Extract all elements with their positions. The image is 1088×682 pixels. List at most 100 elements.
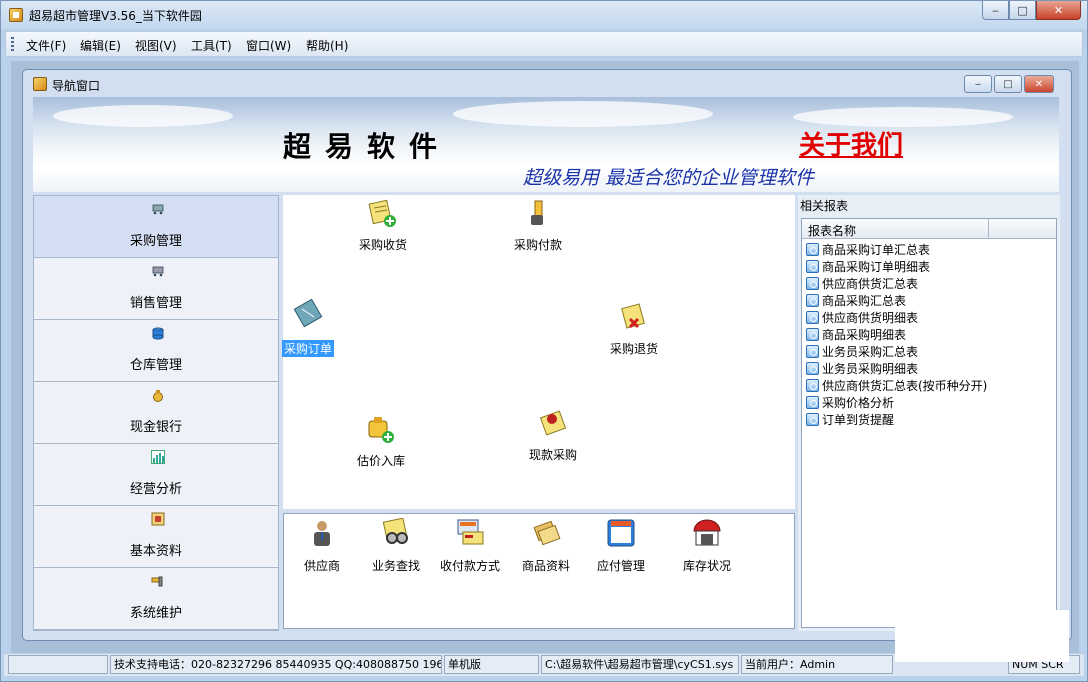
app-icon [9,8,23,22]
list-item[interactable]: 采购价格分析 [806,394,894,411]
report-icon [806,243,819,256]
menu-view[interactable]: 视图(V) [135,37,177,54]
menu-file[interactable]: 文件(F) [26,37,66,54]
purchase-receive-button[interactable]: 采购收货 [338,199,428,253]
goods-data-label: 商品资料 [521,559,570,573]
column-divider[interactable] [988,219,989,239]
nav-item-sales[interactable]: 销售管理 [34,258,278,320]
business-search-button[interactable]: 业务查找 [358,517,434,574]
about-us-link[interactable]: 关于我们 [799,125,903,162]
order-doc-icon [293,298,323,328]
goods-data-button[interactable]: 商品资料 [508,518,584,574]
payment-method-button[interactable]: 收付款方式 [432,518,508,574]
status-panel-empty [8,655,108,674]
menu-edit[interactable]: 编辑(E) [80,37,121,54]
warehouse-icon [152,327,164,340]
list-item[interactable]: 供应商供货汇总表(按币种分开) [806,377,987,394]
workflow-canvas: 采购收货 采购付款 采购订单 采购退货 估价入库 现款采购 [281,195,795,509]
receive-doc-icon [368,199,396,227]
payables-label: 应付管理 [596,559,645,573]
supplier-button[interactable]: 供应商 [284,518,360,574]
folder-icon [151,512,165,526]
cash-purchase-button[interactable]: 现款采购 [508,409,598,463]
close-button[interactable]: ✕ [1036,1,1081,20]
list-item[interactable]: 业务员采购明细表 [806,360,918,377]
estimate-stock-in-button[interactable]: 估价入库 [336,415,426,469]
menu-tools[interactable]: 工具(T) [191,37,232,54]
report-list[interactable]: 报表名称 商品采购订单汇总表 商品采购订单明细表 供应商供货汇总表 商品采购汇总… [801,218,1057,628]
slogan: 超级易用 最适合您的企业管理软件 [523,167,815,189]
child-maximize-button[interactable]: □ [994,75,1022,93]
status-edition: 单机版 [444,655,539,674]
search-icon [382,517,408,544]
maximize-button[interactable]: □ [1009,1,1036,20]
window-title: 超易超市管理V3.56_当下软件园 [29,9,202,23]
report-icon [806,328,819,341]
list-item[interactable]: 供应商供货明细表 [806,309,918,326]
report-icon [806,396,819,409]
status-data-path: C:\超易软件\超易超市管理\cyCS1.sys [541,655,739,674]
nav-item-warehouse[interactable]: 仓库管理 [34,320,278,382]
nav-item-label: 基本资料 [129,544,182,559]
nav-item-label: 现金银行 [129,420,182,435]
report-list-header[interactable]: 报表名称 [802,219,1056,239]
nav-item-label: 仓库管理 [129,358,182,373]
list-item[interactable]: 业务员采购汇总表 [806,343,918,360]
estimate-box-icon [368,417,394,443]
minimize-button[interactable]: ‒ [982,1,1009,20]
report-item-label: 商品采购订单明细表 [822,260,931,274]
status-current-user: 当前用户：Admin [741,655,893,674]
nav-item-basic-data[interactable]: 基本资料 [34,506,278,568]
purchase-order-label: 采购订单 [281,340,334,357]
supplier-icon [314,521,330,546]
report-icon [806,294,819,307]
pay-hand-icon [531,200,543,225]
purchase-return-button[interactable]: 采购退货 [589,303,679,357]
inventory-status-button[interactable]: 库存状况 [669,518,745,574]
inventory-status-label: 库存状况 [682,559,731,573]
brand-title: 超易软件 [283,130,452,163]
list-item[interactable]: 供应商供货汇总表 [806,275,918,292]
cloud-decoration [453,101,713,127]
banner: 超易软件 关于我们 超级易用 最适合您的企业管理软件 [33,97,1059,192]
menu-bar: 文件(F) 编辑(E) 视图(V) 工具(T) 窗口(W) 帮助(H) [5,31,1083,57]
goods-icon [533,520,561,546]
purchase-order-button[interactable]: 采购订单 [263,298,353,357]
nav-item-purchase[interactable]: 采购管理 [34,196,278,258]
report-item-label: 业务员采购明细表 [822,362,919,376]
list-item[interactable]: 商品采购明细表 [806,326,906,343]
nav-item-analysis[interactable]: 经营分析 [34,444,278,506]
title-bar[interactable]: 超易超市管理V3.56_当下软件园 ‒ □ ✕ [1,1,1087,29]
report-item-label: 业务员采购汇总表 [822,345,919,359]
purchase-pay-button[interactable]: 采购付款 [493,199,583,253]
report-item-label: 商品采购明细表 [822,328,907,342]
return-doc-icon [621,303,645,329]
menu-help[interactable]: 帮助(H) [306,37,348,54]
menu-window[interactable]: 窗口(W) [246,37,291,54]
nav-window-icon [33,77,47,91]
report-panel: 相关报表 报表名称 商品采购订单汇总表 商品采购订单明细表 供应商供货汇总表 商… [798,195,1060,631]
cart-icon [152,266,164,277]
list-item[interactable]: 订单到货提醒 [806,411,894,428]
payment-method-icon [457,519,484,545]
nav-item-system[interactable]: 系统维护 [34,568,278,630]
payment-method-label: 收付款方式 [439,559,500,573]
calendar-icon [607,519,635,547]
nav-item-cash-bank[interactable]: 现金银行 [34,382,278,444]
column-header-report-name[interactable]: 报表名称 [808,222,856,239]
list-item[interactable]: 商品采购订单汇总表 [806,241,930,258]
list-item[interactable]: 商品采购汇总表 [806,292,906,309]
tools-icon [151,576,163,587]
child-minimize-button[interactable]: ‒ [964,75,992,93]
toolbar-grip[interactable] [11,37,14,53]
payables-button[interactable]: 应付管理 [583,518,659,574]
business-search-label: 业务查找 [371,559,420,573]
report-item-label: 商品采购汇总表 [822,294,907,308]
report-icon [806,413,819,426]
report-item-label: 供应商供货汇总表(按币种分开) [822,379,988,393]
report-item-label: 供应商供货汇总表 [822,277,919,291]
child-close-button[interactable]: ✕ [1024,75,1054,93]
list-item[interactable]: 商品采购订单明细表 [806,258,930,275]
estimate-stock-in-label: 估价入库 [356,454,405,468]
purchase-return-label: 采购退货 [609,342,658,356]
